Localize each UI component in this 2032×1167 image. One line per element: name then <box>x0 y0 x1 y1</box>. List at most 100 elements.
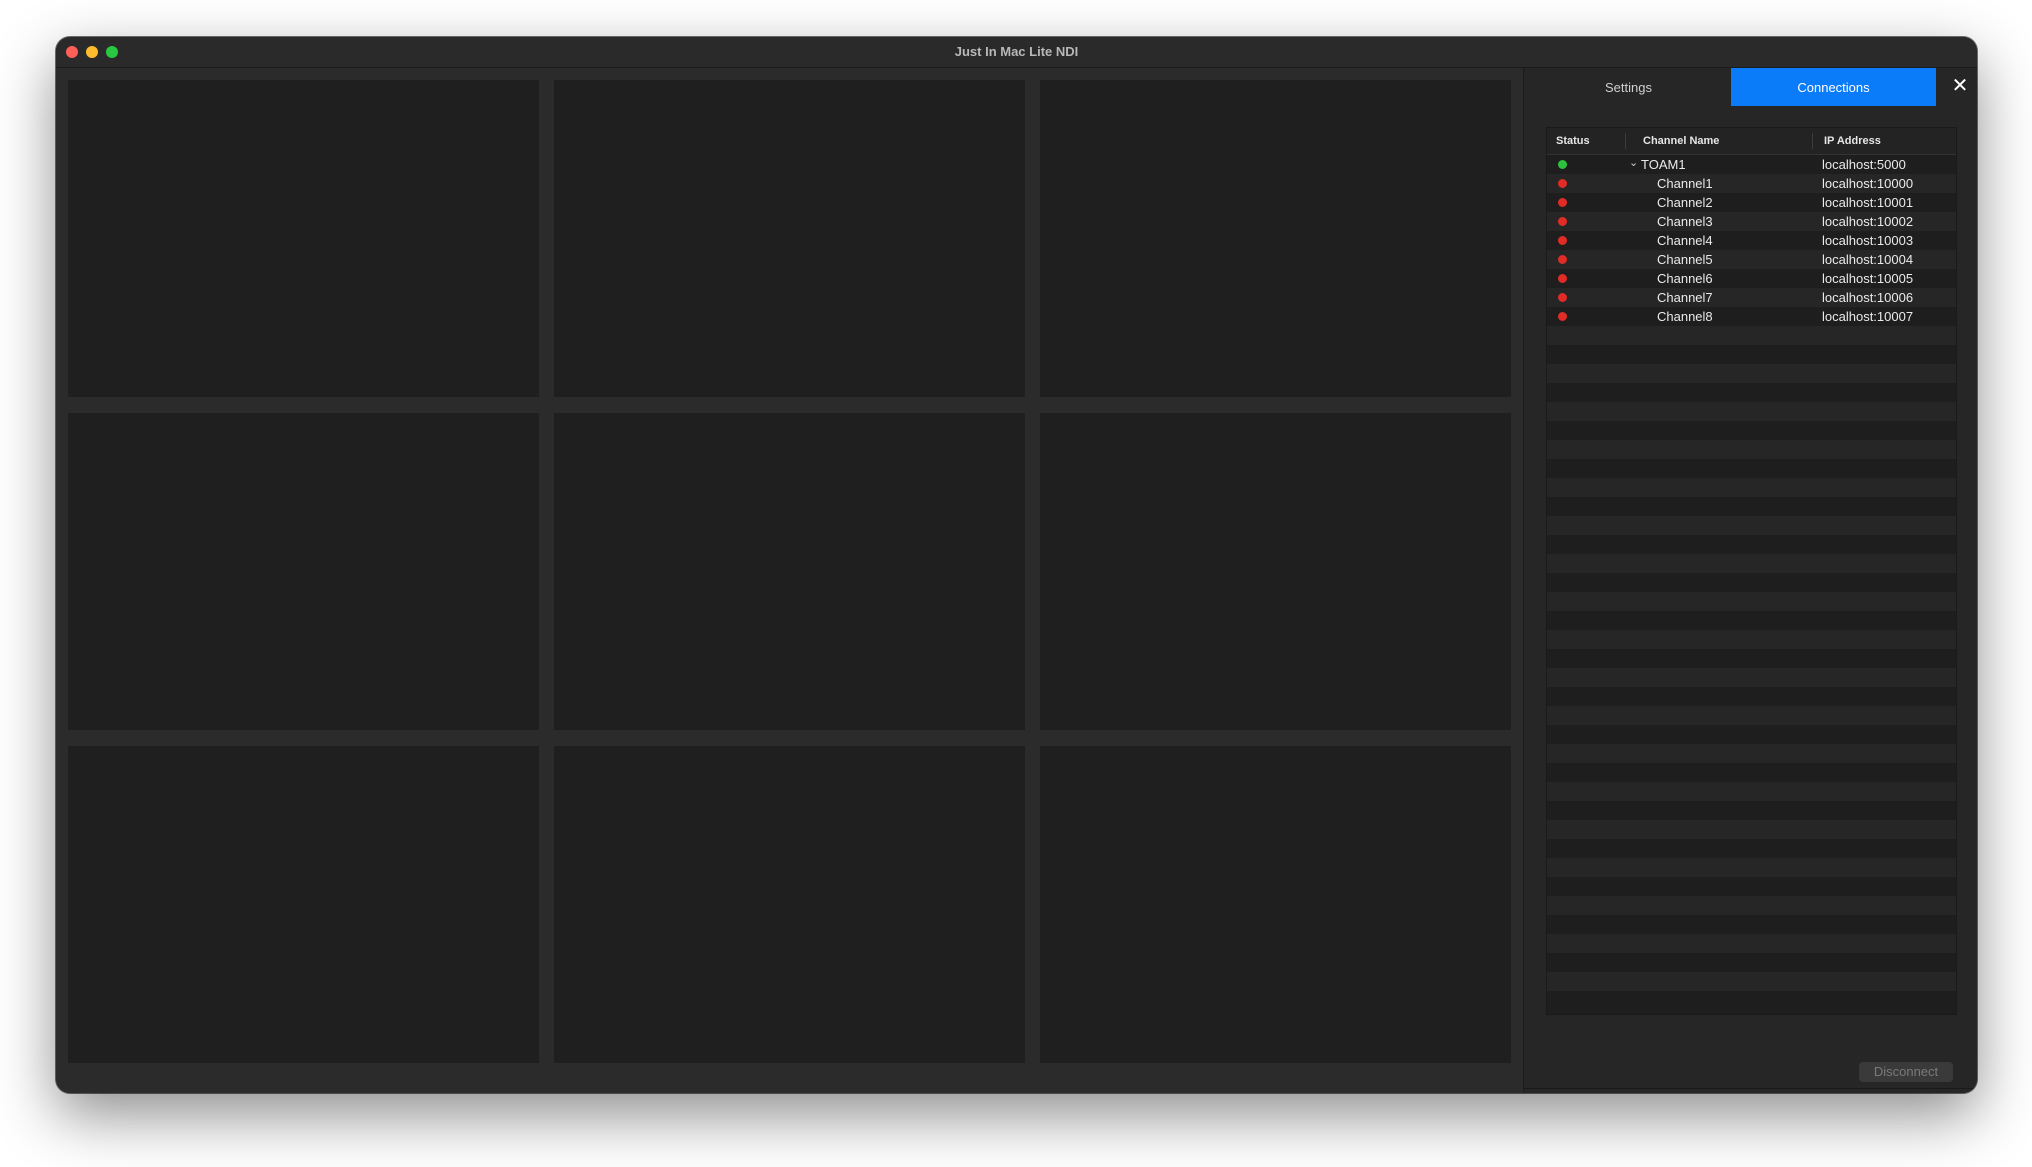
status-disconnected-icon <box>1558 274 1567 283</box>
channel-name: Channel2 <box>1657 195 1713 210</box>
ip-address: localhost:10006 <box>1822 290 1914 305</box>
table-row <box>1547 383 1956 402</box>
status-disconnected-icon <box>1558 236 1567 245</box>
video-tile-7[interactable] <box>68 746 539 1063</box>
ip-address: localhost:10003 <box>1822 233 1914 248</box>
table-row <box>1547 915 1956 934</box>
table-row <box>1547 497 1956 516</box>
channel-name: Channel7 <box>1657 290 1713 305</box>
table-row[interactable]: Channel4 localhost:10003 <box>1547 231 1956 250</box>
video-tile-5[interactable] <box>554 413 1025 730</box>
status-connected-icon <box>1558 160 1567 169</box>
table-row[interactable]: ⌄ TOAM1 localhost:5000 <box>1547 155 1956 174</box>
table-body: ⌄ TOAM1 localhost:5000 Channel1 localhost:10… <box>1547 155 1956 1010</box>
table-row <box>1547 535 1956 554</box>
table-row <box>1547 668 1956 687</box>
table-row <box>1547 459 1956 478</box>
table-row <box>1547 554 1956 573</box>
table-row <box>1547 516 1956 535</box>
column-divider <box>1812 133 1813 149</box>
ip-address: localhost:5000 <box>1822 157 1906 172</box>
table-row <box>1547 345 1956 364</box>
table-row <box>1547 402 1956 421</box>
table-row[interactable]: Channel3 localhost:10002 <box>1547 212 1956 231</box>
video-tile-8[interactable] <box>554 746 1025 1063</box>
connections-panel: Settings Connections ✕ Status Channel Na… <box>1523 68 1977 1093</box>
column-header-channel-name[interactable]: Channel Name <box>1643 135 1719 147</box>
table-row[interactable]: Channel7 localhost:10006 <box>1547 288 1956 307</box>
video-tile-6[interactable] <box>1040 413 1511 730</box>
channel-name: Channel1 <box>1657 176 1713 191</box>
table-row <box>1547 934 1956 953</box>
table-row <box>1547 478 1956 497</box>
table-row[interactable]: Channel2 localhost:10001 <box>1547 193 1956 212</box>
channel-name: Channel6 <box>1657 271 1713 286</box>
column-divider <box>1625 133 1626 149</box>
chevron-down-icon[interactable]: ⌄ <box>1629 156 1638 169</box>
video-tile-4[interactable] <box>68 413 539 730</box>
ip-address: localhost:10000 <box>1822 176 1914 191</box>
status-disconnected-icon <box>1558 293 1567 302</box>
video-tile-3[interactable] <box>1040 80 1511 397</box>
table-row <box>1547 630 1956 649</box>
ip-address: localhost:10002 <box>1822 214 1914 229</box>
table-row <box>1547 364 1956 383</box>
table-row <box>1547 820 1956 839</box>
tab-connections[interactable]: Connections <box>1731 68 1936 106</box>
column-header-status[interactable]: Status <box>1556 135 1590 147</box>
app-window: Just In Mac Lite NDI Settings Connection… <box>56 37 1977 1093</box>
divider <box>1524 1088 1977 1089</box>
table-row <box>1547 725 1956 744</box>
table-row <box>1547 421 1956 440</box>
connections-table: Status Channel Name IP Address ⌄ TOAM1 loc… <box>1546 127 1957 1015</box>
table-row <box>1547 991 1956 1010</box>
window-title: Just In Mac Lite NDI <box>954 44 1079 59</box>
video-tile-1[interactable] <box>68 80 539 397</box>
table-header: Status Channel Name IP Address <box>1547 128 1956 155</box>
table-row <box>1547 611 1956 630</box>
channel-name: Channel4 <box>1657 233 1713 248</box>
ip-address: localhost:10005 <box>1822 271 1914 286</box>
table-row <box>1547 858 1956 877</box>
channel-name: TOAM1 <box>1641 157 1686 172</box>
status-disconnected-icon <box>1558 179 1567 188</box>
status-disconnected-icon <box>1558 198 1567 207</box>
table-row <box>1547 877 1956 896</box>
table-row <box>1547 649 1956 668</box>
table-row <box>1547 972 1956 991</box>
table-row[interactable]: Channel6 localhost:10005 <box>1547 269 1956 288</box>
column-header-ip-address[interactable]: IP Address <box>1824 135 1881 147</box>
table-row <box>1547 744 1956 763</box>
video-tile-2[interactable] <box>554 80 1025 397</box>
status-disconnected-icon <box>1558 312 1567 321</box>
table-row <box>1547 763 1956 782</box>
disconnect-button[interactable]: Disconnect <box>1859 1062 1953 1082</box>
close-icon[interactable]: ✕ <box>1949 75 1971 97</box>
table-row <box>1547 801 1956 820</box>
status-disconnected-icon <box>1558 217 1567 226</box>
tab-settings[interactable]: Settings <box>1526 68 1731 106</box>
video-grid <box>56 68 1522 1093</box>
ip-address: localhost:10001 <box>1822 195 1914 210</box>
title-bar: Just In Mac Lite NDI <box>56 37 1977 68</box>
table-row[interactable]: Channel8 localhost:10007 <box>1547 307 1956 326</box>
ip-address: localhost:10007 <box>1822 309 1914 324</box>
ip-address: localhost:10004 <box>1822 252 1914 267</box>
table-row <box>1547 573 1956 592</box>
channel-name: Channel3 <box>1657 214 1713 229</box>
table-row <box>1547 953 1956 972</box>
table-row <box>1547 687 1956 706</box>
table-row <box>1547 839 1956 858</box>
table-row <box>1547 326 1956 345</box>
table-row <box>1547 896 1956 915</box>
table-row[interactable]: Channel1 localhost:10000 <box>1547 174 1956 193</box>
table-row <box>1547 440 1956 459</box>
table-row[interactable]: Channel5 localhost:10004 <box>1547 250 1956 269</box>
table-row <box>1547 592 1956 611</box>
table-row <box>1547 782 1956 801</box>
channel-name: Channel8 <box>1657 309 1713 324</box>
video-tile-9[interactable] <box>1040 746 1511 1063</box>
status-disconnected-icon <box>1558 255 1567 264</box>
channel-name: Channel5 <box>1657 252 1713 267</box>
table-row <box>1547 706 1956 725</box>
